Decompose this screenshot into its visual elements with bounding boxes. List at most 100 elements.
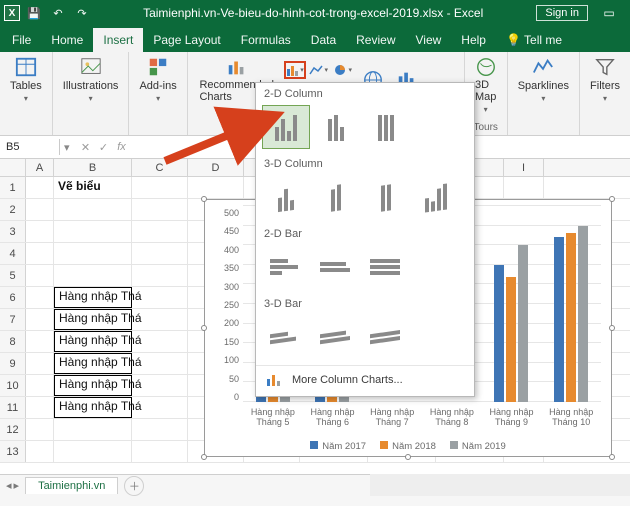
redo-icon[interactable]: ↷ — [72, 3, 92, 23]
cell[interactable] — [26, 287, 54, 308]
sheet-tab[interactable]: Taimienphi.vn — [25, 477, 118, 494]
cell[interactable]: Hàng nhập Thá — [54, 397, 132, 418]
chart-2dcol-stacked100[interactable] — [362, 105, 410, 149]
row-header[interactable]: 6 — [0, 287, 26, 308]
col-C[interactable]: C — [132, 159, 188, 176]
cell[interactable] — [132, 331, 188, 352]
cell[interactable]: Hàng nhập Thá — [54, 287, 132, 308]
tab-view[interactable]: View — [406, 28, 452, 52]
cell[interactable] — [26, 331, 54, 352]
row-header[interactable]: 2 — [0, 199, 26, 220]
cell[interactable] — [132, 397, 188, 418]
fx-icon[interactable]: fx — [114, 141, 130, 154]
row-header[interactable]: 9 — [0, 353, 26, 374]
bar[interactable] — [566, 233, 576, 402]
cell[interactable] — [132, 309, 188, 330]
cell[interactable] — [132, 419, 188, 440]
col-A[interactable]: A — [26, 159, 54, 176]
tables-button[interactable]: Tables▾ — [6, 55, 46, 104]
save-icon[interactable]: 💾 — [24, 3, 44, 23]
cell[interactable] — [54, 419, 132, 440]
chart-2dbar-stacked[interactable] — [312, 245, 360, 289]
legend-item[interactable]: Năm 2017 — [310, 441, 366, 452]
cell[interactable] — [26, 397, 54, 418]
chart-legend[interactable]: Năm 2017Năm 2018Năm 2019 — [205, 441, 611, 452]
row-header[interactable]: 13 — [0, 441, 26, 462]
tab-review[interactable]: Review — [346, 28, 405, 52]
resize-handle[interactable] — [201, 196, 207, 202]
addins-button[interactable]: Add-ins▾ — [135, 55, 180, 104]
tab-data[interactable]: Data — [301, 28, 346, 52]
tab-page-layout[interactable]: Page Layout — [143, 28, 230, 52]
cell[interactable] — [26, 243, 54, 264]
resize-handle[interactable] — [201, 325, 207, 331]
row-header[interactable]: 1 — [0, 177, 26, 198]
cell[interactable] — [26, 265, 54, 286]
col-D[interactable]: D — [188, 159, 244, 176]
insert-pie-chart-button[interactable] — [332, 61, 354, 79]
sheet-nav-first-icon[interactable]: ◂ — [6, 479, 12, 492]
tab-file[interactable]: File — [2, 28, 41, 52]
ribbon-options-icon[interactable]: ▭ — [594, 0, 624, 26]
cell[interactable] — [132, 177, 188, 198]
select-all-corner[interactable] — [0, 159, 26, 176]
cell[interactable]: Vẽ biểu — [54, 177, 132, 198]
row-header[interactable]: 11 — [0, 397, 26, 418]
insert-column-chart-button[interactable] — [284, 61, 306, 79]
resize-handle[interactable] — [609, 196, 615, 202]
cell[interactable]: Hàng nhập Thá — [54, 309, 132, 330]
cell[interactable] — [26, 419, 54, 440]
cell[interactable] — [504, 177, 544, 198]
col-I[interactable]: I — [504, 159, 544, 176]
cell[interactable] — [54, 199, 132, 220]
chart-3dbar-stacked[interactable] — [312, 315, 360, 359]
col-B[interactable]: B — [54, 159, 132, 176]
cell[interactable] — [54, 221, 132, 242]
legend-item[interactable]: Năm 2018 — [380, 441, 436, 452]
sparklines-button[interactable]: Sparklines▾ — [514, 55, 573, 104]
bar[interactable] — [494, 265, 504, 402]
tab-help[interactable]: Help — [451, 28, 496, 52]
tab-insert[interactable]: Insert — [93, 28, 143, 52]
bar[interactable] — [518, 245, 528, 402]
row-header[interactable]: 4 — [0, 243, 26, 264]
horizontal-scrollbar[interactable] — [370, 474, 630, 496]
bar-group[interactable] — [541, 208, 601, 402]
row-header[interactable]: 10 — [0, 375, 26, 396]
cell[interactable] — [132, 375, 188, 396]
cell[interactable] — [132, 243, 188, 264]
cell[interactable]: Hàng nhập Thá — [54, 353, 132, 374]
3d-map-button[interactable]: 3D Map▾ — [471, 55, 501, 115]
filters-button[interactable]: Filters▾ — [586, 55, 624, 104]
cancel-formula-icon[interactable]: ✕ — [78, 141, 94, 154]
row-header[interactable]: 12 — [0, 419, 26, 440]
insert-line-chart-button[interactable] — [308, 61, 330, 79]
chart-2dbar-clustered[interactable] — [262, 245, 310, 289]
chart-2dcol-stacked[interactable] — [312, 105, 360, 149]
chart-3dcol-stacked[interactable] — [312, 175, 360, 219]
tab-home[interactable]: Home — [41, 28, 93, 52]
chart-3dbar-stacked100[interactable] — [362, 315, 410, 359]
cell[interactable] — [26, 221, 54, 242]
bar-group[interactable] — [482, 208, 542, 402]
row-header[interactable]: 3 — [0, 221, 26, 242]
illustrations-button[interactable]: Illustrations▾ — [59, 55, 123, 104]
bar[interactable] — [578, 226, 588, 402]
chart-2dcol-clustered[interactable] — [262, 105, 310, 149]
cell[interactable] — [26, 309, 54, 330]
tab-tell-me[interactable]: 💡 Tell me — [496, 28, 572, 52]
enter-formula-icon[interactable]: ✓ — [96, 141, 112, 154]
tab-formulas[interactable]: Formulas — [231, 28, 301, 52]
cell[interactable] — [132, 287, 188, 308]
resize-handle[interactable] — [201, 454, 207, 460]
more-column-charts[interactable]: More Column Charts... — [256, 365, 474, 394]
resize-handle[interactable] — [405, 454, 411, 460]
chart-3dcol-stacked100[interactable] — [362, 175, 410, 219]
resize-handle[interactable] — [609, 325, 615, 331]
bar[interactable] — [506, 277, 516, 402]
name-box-dropdown-icon[interactable]: ▾ — [60, 141, 74, 154]
cell[interactable] — [132, 221, 188, 242]
cell[interactable] — [132, 265, 188, 286]
cell[interactable] — [54, 265, 132, 286]
new-sheet-button[interactable]: ＋ — [124, 476, 144, 496]
